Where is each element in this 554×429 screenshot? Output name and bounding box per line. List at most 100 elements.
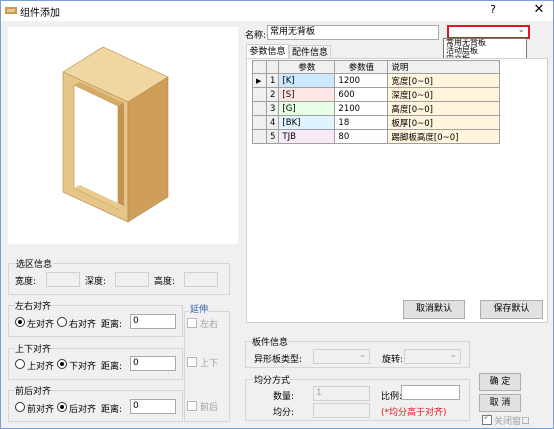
desc-cell: 板厚[0~0] xyxy=(387,115,501,130)
row-selector xyxy=(252,115,267,130)
name-label: 名称: xyxy=(245,31,267,41)
row-number: 4 xyxy=(265,115,280,130)
align-down-label[interactable]: 下对齐 xyxy=(69,359,96,372)
ratio-input[interactable] xyxy=(401,385,460,400)
row-selector xyxy=(252,101,267,116)
template-dropdown[interactable]: ⌄ xyxy=(447,25,530,39)
param-cell[interactable]: [K] xyxy=(278,73,336,88)
tab-params[interactable]: 参数信息 xyxy=(246,44,289,59)
ok-button[interactable]: 确 定 xyxy=(479,373,521,391)
lr-distance-label: 距离: xyxy=(101,320,123,330)
desc-cell: 踢脚板高度[0~0] xyxy=(387,129,501,144)
sel-height-field xyxy=(184,272,218,287)
extend-lr-checkbox[interactable] xyxy=(187,318,197,328)
value-cell[interactable]: 2100 xyxy=(334,101,389,116)
save-default-button[interactable]: 保存默认 xyxy=(480,300,543,319)
row-number: 2 xyxy=(265,87,280,102)
even-title: 均分方式 xyxy=(254,373,291,386)
sel-width-label: 宽度: xyxy=(15,277,37,287)
rotate-select[interactable]: ⌄ xyxy=(404,349,461,364)
table-row[interactable]: ▶ 1 [K] 1200 宽度[0~0] xyxy=(252,73,501,88)
align-right-radio[interactable] xyxy=(57,317,67,327)
help-button[interactable]: ? xyxy=(485,3,501,19)
selection-title: 选区信息 xyxy=(15,257,54,270)
extend-lr-label: 左右 xyxy=(200,320,219,330)
align-front-label[interactable]: 前对齐 xyxy=(27,402,54,415)
cancel-default-button[interactable]: 取消默认 xyxy=(403,300,465,319)
table-header-row: 参数 参数值 说明 xyxy=(252,60,501,74)
param-cell[interactable]: [BK] xyxy=(278,115,336,130)
table-row[interactable]: 4 [BK] 18 板厚[0~0] xyxy=(252,115,501,130)
chevron-down-icon: ⌄ xyxy=(517,25,525,35)
align-right-label[interactable]: 右对齐 xyxy=(69,317,96,330)
even-note: (*均分高于对齐) xyxy=(381,408,447,418)
col-param-header: 参数 xyxy=(278,60,336,74)
extend-fb-checkbox[interactable] xyxy=(187,401,197,411)
current-row-icon: ▶ xyxy=(252,73,267,88)
cabinet-3d-image xyxy=(62,46,169,223)
value-cell[interactable]: 18 xyxy=(334,115,389,130)
sel-height-label: 高度: xyxy=(154,277,176,287)
ratio-label: 比例: xyxy=(381,392,403,402)
cabinet-preview xyxy=(8,27,238,244)
desc-cell: 高度[0~0] xyxy=(387,101,501,116)
align-left-label[interactable]: 左对齐 xyxy=(27,317,54,330)
col-value-header: 参数值 xyxy=(334,60,389,74)
count-select[interactable]: 1 xyxy=(313,386,370,401)
dialog-window: 组件添加 ? ✕ 选区信息 宽度: 深度: 高度: 左右对齐 左对齐 右对齐 距… xyxy=(0,0,554,429)
align-up-radio[interactable] xyxy=(15,359,25,369)
close-window-label: 关闭窗口 xyxy=(494,417,531,427)
close-button[interactable]: ✕ xyxy=(529,2,549,20)
value-cell[interactable]: 600 xyxy=(334,87,389,102)
tab-accessories[interactable]: 配件信息 xyxy=(289,45,331,59)
value-cell[interactable]: 1200 xyxy=(334,73,389,88)
row-number: 1 xyxy=(265,73,280,88)
shape-type-label: 异形板类型: xyxy=(254,355,303,365)
align-front-radio[interactable] xyxy=(15,402,25,412)
desc-cell: 宽度[0~0] xyxy=(387,73,501,88)
fb-title: 前后对齐 xyxy=(15,384,52,397)
align-back-label[interactable]: 后对齐 xyxy=(69,402,96,415)
sel-depth-field xyxy=(115,272,149,287)
close-window-checkbox[interactable] xyxy=(482,413,492,425)
app-icon xyxy=(5,7,17,14)
window-title: 组件添加 xyxy=(20,8,60,19)
cancel-button[interactable]: 取 消 xyxy=(479,394,521,412)
param-cell[interactable]: [G] xyxy=(278,101,336,116)
align-down-radio[interactable] xyxy=(57,359,67,369)
board-title: 板件信息 xyxy=(252,335,289,348)
name-input[interactable]: 常用无背板 xyxy=(267,25,439,40)
ud-distance-label: 距离: xyxy=(101,362,123,372)
row-selector xyxy=(252,129,267,144)
table-row[interactable]: 2 [S] 600 深度[0~0] xyxy=(252,87,501,102)
align-back-radio[interactable] xyxy=(57,402,67,412)
shape-type-select[interactable]: ⌄ xyxy=(313,349,370,364)
division-select[interactable] xyxy=(313,403,370,418)
sel-depth-label: 深度: xyxy=(85,277,107,287)
lr-distance-input[interactable]: 0 xyxy=(130,314,176,329)
row-number-header xyxy=(265,60,280,74)
ud-title: 上下对齐 xyxy=(15,342,52,355)
value-cell[interactable]: 80 xyxy=(334,129,389,144)
division-label: 均分: xyxy=(273,408,295,418)
row-number: 3 xyxy=(265,101,280,116)
col-desc-header: 说明 xyxy=(387,60,501,74)
extend-ud-checkbox[interactable] xyxy=(187,357,197,367)
fb-distance-input[interactable]: 0 xyxy=(130,399,176,414)
params-table: 参数 参数值 说明 ▶ 1 [K] 1200 宽度[0~0] 2 [S] 600… xyxy=(252,60,501,144)
title-bar: 组件添加 ? ✕ xyxy=(1,1,553,21)
table-row[interactable]: 5 TJB 80 踢脚板高度[0~0] xyxy=(252,129,501,144)
row-selector-header xyxy=(252,60,267,74)
param-cell[interactable]: [S] xyxy=(278,87,336,102)
rotate-label: 旋转: xyxy=(382,355,404,365)
row-selector xyxy=(252,87,267,102)
ud-distance-input[interactable]: 0 xyxy=(130,356,176,371)
extend-fb-label: 前后 xyxy=(200,403,219,413)
align-up-label[interactable]: 上对齐 xyxy=(27,359,54,372)
desc-cell: 深度[0~0] xyxy=(387,87,501,102)
param-cell[interactable]: TJB xyxy=(278,129,336,144)
row-number: 5 xyxy=(265,129,280,144)
table-row[interactable]: 3 [G] 2100 高度[0~0] xyxy=(252,101,501,116)
align-left-radio[interactable] xyxy=(15,317,25,327)
fb-distance-label: 距离: xyxy=(101,405,123,415)
